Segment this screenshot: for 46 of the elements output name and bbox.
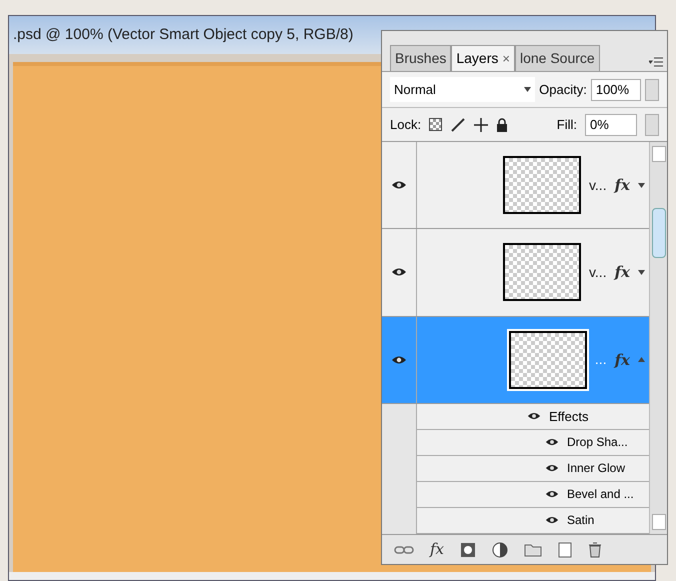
layer-row[interactable]: v... fx [382, 142, 649, 230]
move-icon[interactable] [474, 118, 488, 132]
padlock-icon[interactable] [496, 118, 508, 132]
fx-label: fx [614, 174, 630, 196]
fx-button[interactable]: fx [430, 538, 444, 561]
layer-name: ... [594, 350, 607, 370]
opacity-label: Opacity: [539, 80, 587, 99]
lock-transparency-icon[interactable] [429, 118, 442, 131]
panel-menu-icon[interactable] [649, 57, 663, 67]
eye-icon[interactable] [545, 515, 559, 526]
effect-name[interactable]: Drop Sha... [567, 433, 628, 452]
layer-row[interactable]: ... fx [382, 316, 649, 404]
panel-tab[interactable]: Brushes [390, 45, 452, 71]
fill-label: Fill: [556, 116, 577, 134]
effects-label: Effects [549, 408, 589, 426]
opacity-field[interactable]: 100% [590, 78, 642, 100]
eye-icon[interactable] [391, 354, 407, 365]
effect-name[interactable]: Inner Glow [567, 459, 626, 478]
eye-icon[interactable] [545, 437, 559, 448]
panel-tab[interactable]: lone Source [514, 45, 600, 71]
eye-icon[interactable] [527, 411, 541, 422]
caret-icon[interactable] [524, 87, 532, 92]
caret-icon[interactable] [638, 270, 645, 275]
panel-tab[interactable]: Layers × [451, 45, 515, 71]
trash-icon[interactable] [588, 542, 602, 558]
mask-icon[interactable] [460, 542, 476, 558]
eye-icon[interactable] [545, 463, 559, 474]
layer-row[interactable]: v... fx [382, 229, 649, 317]
effect-name[interactable]: Satin [567, 511, 594, 530]
eye-icon[interactable] [391, 267, 407, 278]
fx-label: fx [614, 262, 630, 284]
eye-icon[interactable] [391, 180, 407, 190]
fill-field[interactable]: 0% [585, 114, 637, 136]
blend-mode-dropdown[interactable]: Normal [390, 77, 536, 102]
link-icon[interactable] [394, 544, 414, 554]
lock-label: Lock: [390, 116, 422, 134]
eye-icon[interactable] [545, 489, 559, 500]
caret-icon[interactable] [638, 182, 645, 188]
fx-label: fx [614, 350, 630, 371]
layer-name: v... [588, 262, 607, 282]
folder-icon[interactable] [524, 542, 542, 556]
new-layer-icon[interactable] [558, 542, 572, 558]
effect-name[interactable]: Bevel and ... [567, 485, 634, 504]
adjustment-icon[interactable] [492, 542, 508, 558]
layer-name: v... [588, 176, 607, 195]
scrollbar[interactable] [649, 142, 667, 534]
